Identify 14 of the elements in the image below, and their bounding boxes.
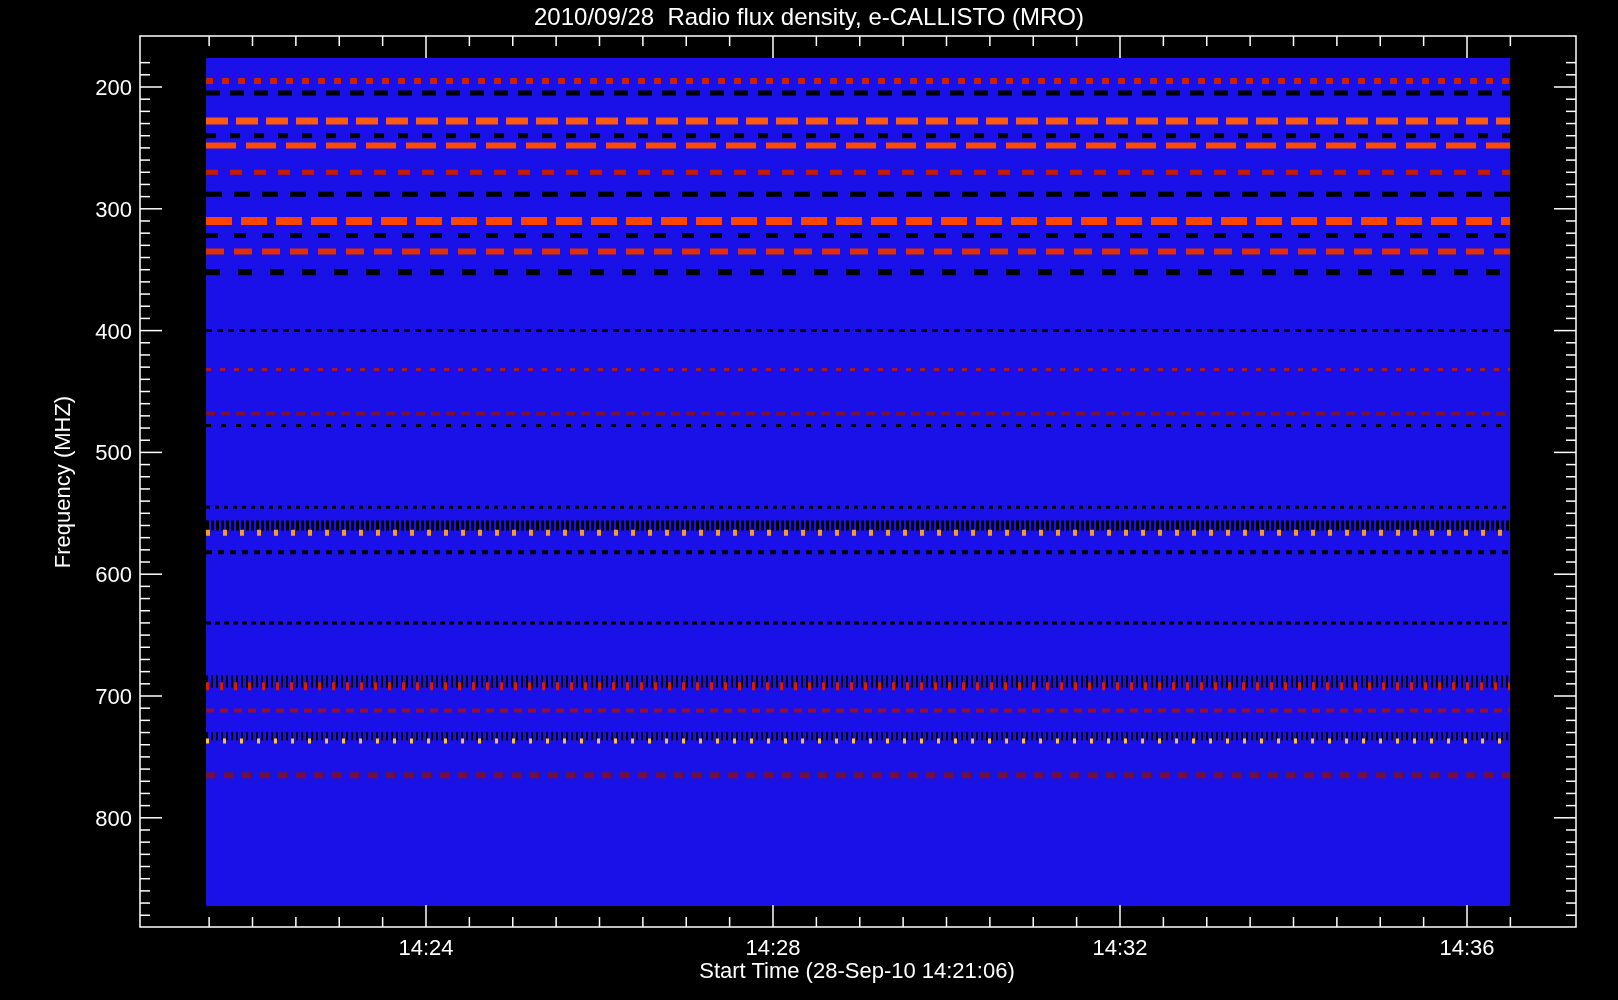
- y-tick-label: 700: [95, 684, 132, 709]
- y-tick-label: 300: [95, 196, 132, 222]
- y-tick-label: 800: [95, 805, 132, 831]
- x-tick-label: 14:24: [398, 935, 454, 960]
- y-tick-label: 500: [95, 440, 132, 466]
- y-tick-label: 400: [95, 318, 132, 344]
- x-tick-label: 14:36: [1439, 935, 1495, 960]
- plot-title: 2010/09/28 Radio flux density, e-CALLISTO (MRO): [534, 3, 1084, 30]
- y-axis-label: Frequency (MHZ): [50, 395, 75, 569]
- y-tick-label: 600: [95, 562, 132, 588]
- x-tick-label: 14:32: [1092, 935, 1148, 960]
- x-axis-label: Start Time (28-Sep-10 14:21:06): [699, 958, 1015, 983]
- x-tick-label: 14:28: [745, 935, 801, 960]
- y-tick-label: 200: [95, 75, 132, 100]
